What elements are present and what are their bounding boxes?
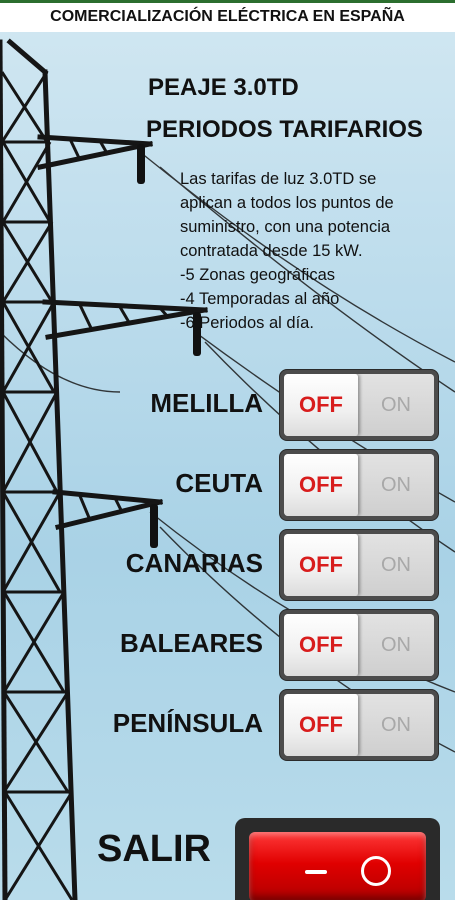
main-screen: PEAJE 3.0TD PERIODOS TARIFARIOS Las tari… bbox=[0, 32, 455, 900]
power-off-dash-icon bbox=[305, 870, 327, 874]
region-label-canarias: CANARIAS bbox=[125, 548, 263, 578]
toggle-off-label: OFF bbox=[284, 454, 358, 516]
description-line: aplican a todos los puntos de bbox=[180, 194, 394, 212]
exit-label: SALIR bbox=[97, 828, 211, 870]
toggle-melilla[interactable]: OFF ON bbox=[280, 370, 438, 440]
toggle-baleares[interactable]: OFF ON bbox=[280, 610, 438, 680]
toggle-off-label: OFF bbox=[284, 614, 358, 676]
exit-switch[interactable] bbox=[235, 818, 440, 900]
description: Las tarifas de luz 3.0TD se aplican a to… bbox=[180, 167, 450, 335]
toggle-on-label: ON bbox=[358, 534, 434, 596]
toggle-on-label: ON bbox=[358, 694, 434, 756]
region-label-melilla: MELILLA bbox=[150, 388, 263, 418]
toggle-track: OFF ON bbox=[284, 374, 434, 436]
page-title: PEAJE 3.0TD bbox=[148, 74, 299, 101]
toggle-track: OFF ON bbox=[284, 694, 434, 756]
description-line: suministro, con una potencia bbox=[180, 218, 391, 236]
toggle-off-label: OFF bbox=[284, 694, 358, 756]
toggle-track: OFF ON bbox=[284, 534, 434, 596]
region-label-baleares: BALEARES bbox=[119, 628, 263, 658]
region-label-ceuta: CEUTA bbox=[175, 468, 263, 498]
toggle-off-label: OFF bbox=[284, 374, 358, 436]
toggle-ceuta[interactable]: OFF ON bbox=[280, 450, 438, 520]
toggle-canarias[interactable]: OFF ON bbox=[280, 530, 438, 600]
app-title: COMERCIALIZACIÓN ELÉCTRICA EN ESPAÑA bbox=[50, 8, 405, 25]
toggle-on-label: ON bbox=[358, 374, 434, 436]
power-on-ring-icon bbox=[361, 856, 391, 886]
exit-rocker bbox=[249, 832, 426, 900]
toggle-peninsula[interactable]: OFF ON bbox=[280, 690, 438, 760]
description-line: contratada desde 15 kW. bbox=[180, 242, 363, 260]
toggle-track: OFF ON bbox=[284, 614, 434, 676]
region-label-peninsula: PENÍNSULA bbox=[112, 708, 263, 738]
description-line: -6 Periodos al día. bbox=[180, 314, 314, 332]
toggle-off-label: OFF bbox=[284, 534, 358, 596]
toggle-track: OFF ON bbox=[284, 454, 434, 516]
description-line: -4 Temporadas al año bbox=[180, 290, 340, 308]
description-line: -5 Zonas geográficas bbox=[180, 266, 336, 284]
description-line: Las tarifas de luz 3.0TD se bbox=[180, 170, 377, 188]
toggle-on-label: ON bbox=[358, 614, 434, 676]
app-header: COMERCIALIZACIÓN ELÉCTRICA EN ESPAÑA bbox=[0, 0, 455, 32]
page-subtitle: PERIODOS TARIFARIOS bbox=[146, 116, 423, 143]
toggle-on-label: ON bbox=[358, 454, 434, 516]
